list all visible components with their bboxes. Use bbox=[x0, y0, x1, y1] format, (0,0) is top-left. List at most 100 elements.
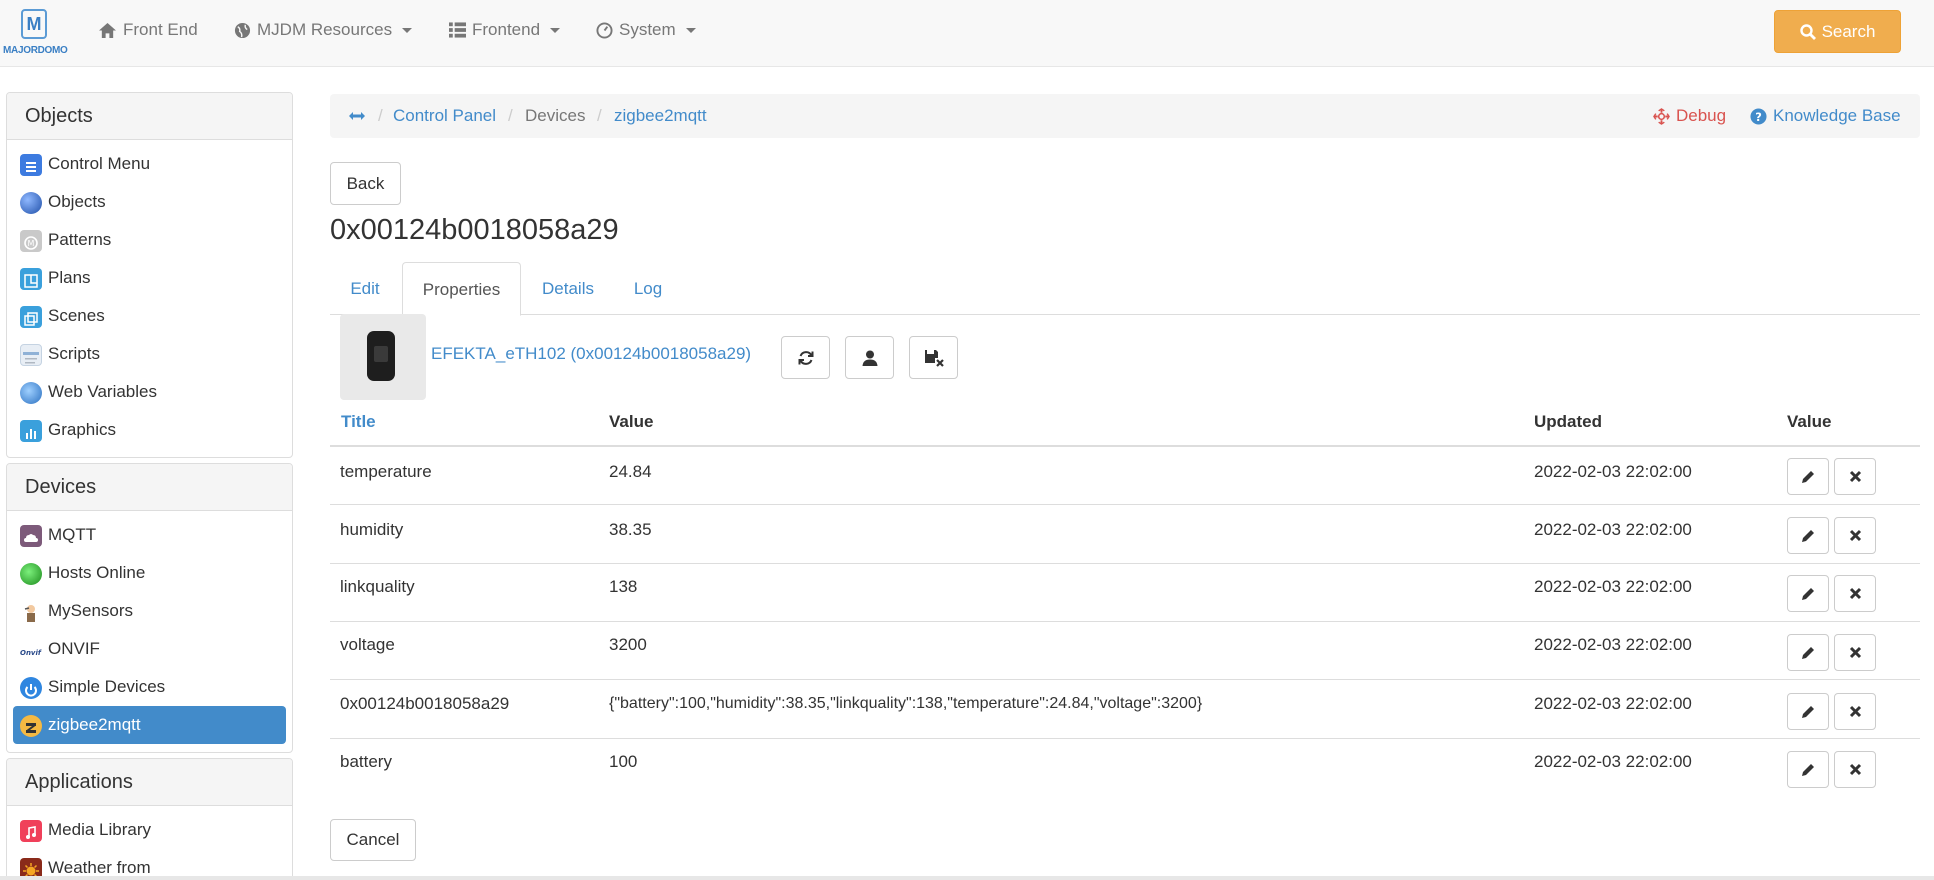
sidebar-item-graphics[interactable]: Graphics bbox=[7, 411, 292, 449]
sidebar-item-web-variables[interactable]: Web Variables bbox=[7, 373, 292, 411]
knowledge-base-link[interactable]: ? Knowledge Base bbox=[1750, 94, 1901, 138]
edit-button[interactable] bbox=[1787, 517, 1829, 554]
back-button-label: Back bbox=[346, 173, 385, 193]
tab-details[interactable]: Details bbox=[523, 262, 613, 315]
nav-mjdm-resources[interactable]: MJDM Resources bbox=[234, 0, 413, 60]
delete-button[interactable] bbox=[1834, 634, 1876, 671]
pencil-icon bbox=[1802, 587, 1814, 600]
sidebar-item-label: Objects bbox=[48, 192, 106, 211]
tab-log[interactable]: Log bbox=[615, 262, 681, 315]
column-header-actions: Value bbox=[1787, 412, 1832, 431]
sidebar-item-label: Media Library bbox=[48, 820, 151, 839]
device-link[interactable]: EFEKTA_eTH102 (0x00124b0018058a29) bbox=[431, 344, 751, 364]
table-row: voltage 3200 2022-02-03 22:02:00 bbox=[330, 622, 1920, 680]
pencil-icon bbox=[1802, 470, 1814, 483]
edit-button[interactable] bbox=[1787, 634, 1829, 671]
sidebar-panel-applications: Applications Media Library Weather from bbox=[6, 758, 293, 880]
pencil-icon bbox=[1802, 763, 1814, 776]
status-online-icon bbox=[20, 563, 42, 585]
edit-button[interactable] bbox=[1787, 575, 1829, 612]
sidebar-item-patterns[interactable]: M Patterns bbox=[7, 221, 292, 259]
nav-front-end-label: Front End bbox=[123, 20, 198, 39]
sidebar-item-mysensors[interactable]: MySensors bbox=[7, 592, 292, 630]
sidebar-item-zigbee2mqtt[interactable]: zigbee2mqtt bbox=[13, 706, 286, 744]
floppy-remove-icon bbox=[924, 349, 944, 367]
sidebar-item-simple-devices[interactable]: Simple Devices bbox=[7, 668, 292, 706]
delete-button[interactable] bbox=[1834, 693, 1876, 730]
row-title: humidity bbox=[340, 520, 404, 539]
table-row: temperature 24.84 2022-02-03 22:02:00 bbox=[330, 447, 1920, 505]
sidebar-item-hosts-online[interactable]: Hosts Online bbox=[7, 554, 292, 592]
edit-button[interactable] bbox=[1787, 693, 1829, 730]
nav-system[interactable]: System bbox=[596, 0, 696, 60]
panel-heading-applications: Applications bbox=[7, 759, 292, 806]
remove-save-button[interactable] bbox=[909, 336, 958, 379]
device-screen bbox=[374, 346, 388, 362]
nav-front-end[interactable]: Front End bbox=[98, 0, 198, 60]
breadcrumb-zigbee2mqtt[interactable]: zigbee2mqtt bbox=[614, 94, 707, 138]
close-icon bbox=[1849, 470, 1861, 483]
sidebar-item-mqtt[interactable]: MQTT bbox=[7, 516, 292, 554]
delete-button[interactable] bbox=[1834, 575, 1876, 612]
row-title: temperature bbox=[340, 462, 432, 481]
row-updated: 2022-02-03 22:02:00 bbox=[1534, 635, 1692, 654]
patterns-icon: M bbox=[20, 230, 42, 252]
sidebar-item-scripts[interactable]: Scripts bbox=[7, 335, 292, 373]
nav-mjdm-resources-label: MJDM Resources bbox=[257, 20, 393, 39]
user-button[interactable] bbox=[845, 336, 894, 379]
tab-properties[interactable]: Properties bbox=[402, 262, 521, 316]
refresh-button[interactable] bbox=[781, 336, 830, 379]
sidebar-item-onvif[interactable]: Onvif ONVIF bbox=[7, 630, 292, 668]
svg-text:?: ? bbox=[1755, 109, 1762, 123]
sidebar-item-control-menu[interactable]: Control Menu bbox=[7, 145, 292, 183]
edit-button[interactable] bbox=[1787, 751, 1829, 788]
sidebar-item-label: Plans bbox=[48, 268, 91, 287]
search-icon bbox=[1799, 23, 1816, 40]
table-row: linkquality 138 2022-02-03 22:02:00 bbox=[330, 564, 1920, 622]
row-updated: 2022-02-03 22:02:00 bbox=[1534, 577, 1692, 596]
debug-label: Debug bbox=[1676, 106, 1727, 125]
user-icon bbox=[862, 350, 877, 366]
sidebar-item-scenes[interactable]: Scenes bbox=[7, 297, 292, 335]
menu-icon bbox=[20, 154, 42, 176]
column-header-title[interactable]: Title bbox=[341, 405, 376, 445]
mysensors-icon bbox=[20, 601, 42, 623]
sidebar-item-label: Web Variables bbox=[48, 382, 157, 401]
delete-button[interactable] bbox=[1834, 517, 1876, 554]
sidebar-panel-devices: Devices MQTT Hosts Online MySensors Onvi… bbox=[6, 463, 293, 753]
delete-button[interactable] bbox=[1834, 751, 1876, 788]
cancel-button[interactable]: Cancel bbox=[330, 819, 416, 861]
sidebar-item-label: MySensors bbox=[48, 601, 134, 620]
nav-frontend-label: Frontend bbox=[472, 20, 541, 39]
sidebar-item-label: Control Menu bbox=[48, 154, 151, 173]
edit-button[interactable] bbox=[1787, 458, 1829, 495]
debug-link[interactable]: Debug bbox=[1653, 94, 1726, 138]
row-updated: 2022-02-03 22:02:00 bbox=[1534, 520, 1692, 539]
zigbee-icon bbox=[20, 715, 42, 737]
cancel-button-label: Cancel bbox=[346, 830, 400, 849]
column-header-updated: Updated bbox=[1534, 412, 1602, 431]
row-updated: 2022-02-03 22:02:00 bbox=[1534, 462, 1692, 481]
sidebar-item-plans[interactable]: Plans bbox=[7, 259, 292, 297]
majordomo-logo[interactable]: M MAJORDOMO bbox=[3, 7, 68, 59]
sidebar-item-label: Patterns bbox=[48, 230, 112, 249]
tab-edit[interactable]: Edit bbox=[330, 262, 400, 315]
svg-text:Onvif: Onvif bbox=[20, 649, 42, 657]
search-button[interactable]: Search bbox=[1774, 10, 1901, 53]
sidebar-item-media-library[interactable]: Media Library bbox=[7, 811, 292, 849]
delete-button[interactable] bbox=[1834, 458, 1876, 495]
nav-frontend[interactable]: Frontend bbox=[449, 0, 561, 60]
logo-mark: M bbox=[21, 9, 47, 39]
tab-bar: Edit Properties Details Log bbox=[330, 262, 1920, 316]
row-value: 138 bbox=[609, 577, 638, 596]
breadcrumb-control-panel[interactable]: Control Panel bbox=[393, 94, 496, 138]
sidebar-item-objects[interactable]: Objects bbox=[7, 183, 292, 221]
breadcrumb-separator: / bbox=[508, 106, 513, 125]
expand-horizontal-icon[interactable] bbox=[348, 109, 366, 123]
row-value: 38.35 bbox=[609, 520, 652, 539]
globe-icon bbox=[20, 192, 42, 214]
cloud-icon bbox=[20, 525, 42, 547]
back-button[interactable]: Back bbox=[330, 162, 401, 205]
chevron-down-icon bbox=[685, 27, 696, 33]
home-icon bbox=[99, 22, 116, 38]
